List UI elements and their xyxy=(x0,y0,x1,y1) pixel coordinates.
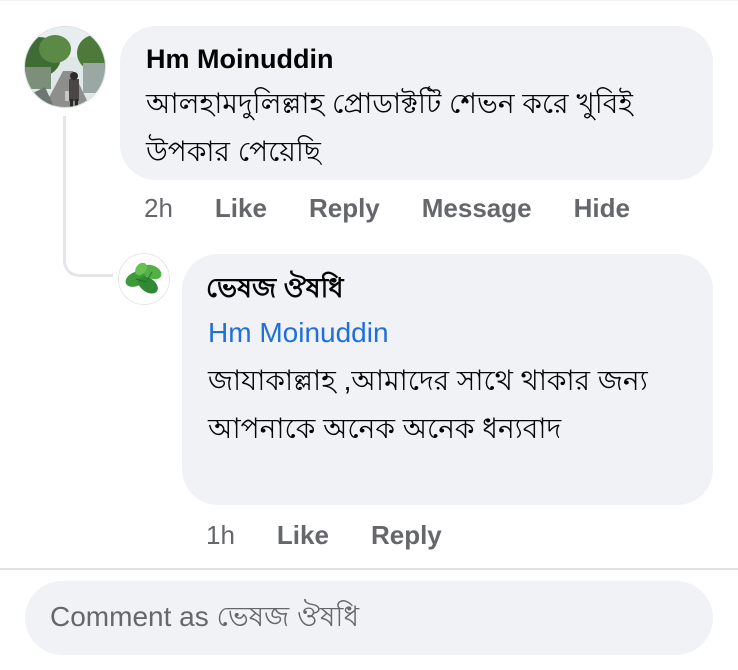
reply-bubble: ভেষজ ঔষধি Hm Moinuddin জাযাকাল্লাহ ,আমাদ… xyxy=(182,254,713,505)
commenter-avatar[interactable] xyxy=(24,26,106,108)
comment-author-name[interactable]: Hm Moinuddin xyxy=(146,42,687,76)
comment-timestamp[interactable]: 2h xyxy=(144,193,173,224)
comment-bubble: Hm Moinuddin আলহামদুলিল্লাহ প্রোডাক্টটি … xyxy=(120,26,713,180)
reply-actions: 1h Like Reply xyxy=(206,520,484,551)
comment-text: আলহামদুলিল্লাহ প্রোডাক্টটি শেভন করে খুবি… xyxy=(146,88,633,167)
reply-text: জাযাকাল্লাহ ,আমাদের সাথে থাকার জন্য আপনা… xyxy=(208,365,648,444)
reply-reply-button[interactable]: Reply xyxy=(371,520,442,551)
reply-author-name[interactable]: ভেষজ ঔষধি xyxy=(206,271,687,305)
comment-input-placeholder: Comment as ভেষজ ঔষধি xyxy=(50,600,360,632)
message-button[interactable]: Message xyxy=(422,193,532,224)
reply-button[interactable]: Reply xyxy=(309,193,380,224)
reply-thread-connector xyxy=(63,116,113,277)
reply-timestamp[interactable]: 1h xyxy=(206,520,235,551)
page-avatar[interactable] xyxy=(118,253,170,305)
mention-link[interactable]: Hm Moinuddin xyxy=(208,311,687,355)
hide-button[interactable]: Hide xyxy=(574,193,630,224)
comment-input[interactable]: Comment as ভেষজ ঔষধি xyxy=(25,581,713,655)
reply-like-button[interactable]: Like xyxy=(277,520,329,551)
mint-leaves-icon xyxy=(119,254,169,304)
composer-divider xyxy=(0,568,738,570)
street-photo-icon xyxy=(25,27,105,107)
comment-actions: 2h Like Reply Message Hide xyxy=(144,193,672,224)
like-button[interactable]: Like xyxy=(215,193,267,224)
top-divider xyxy=(0,0,738,1)
